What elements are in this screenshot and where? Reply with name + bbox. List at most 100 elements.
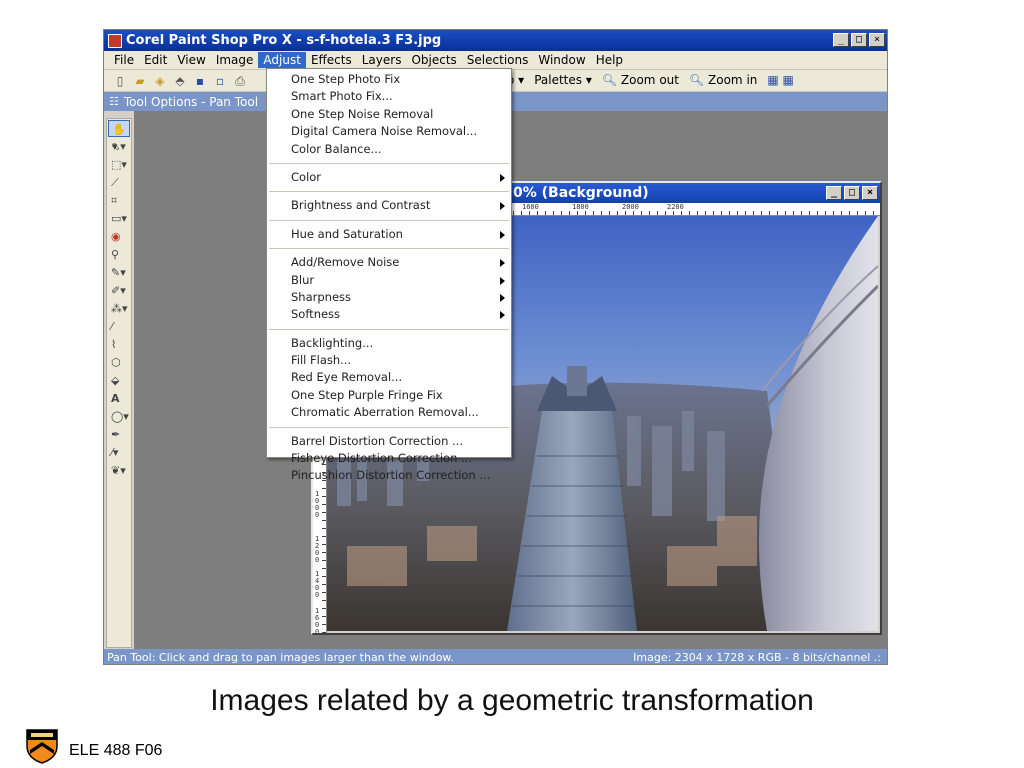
menu-edit[interactable]: Edit <box>139 52 172 68</box>
menu-separator <box>269 215 509 221</box>
pick-tool-icon[interactable]: ⬁▾ <box>108 138 130 155</box>
selection-tool-icon[interactable]: ⬚▾ <box>108 156 130 173</box>
maximize-button[interactable]: □ <box>851 33 867 47</box>
warp-brush-icon[interactable]: ⌇ <box>108 336 130 353</box>
menu-item-fill-flash[interactable]: Fill Flash... <box>267 352 511 369</box>
text-tool-icon[interactable]: A <box>108 390 130 407</box>
zoom-in-icon: 🔍︎ <box>688 73 705 87</box>
straighten-tool-icon[interactable]: ▭▾ <box>108 210 130 227</box>
new-file-icon[interactable]: ▯ <box>112 74 128 88</box>
doc-close-button[interactable]: × <box>862 186 878 200</box>
scan-icon[interactable]: ⬘ <box>172 74 188 88</box>
layout-icon[interactable]: ▦ ▦ <box>767 73 794 87</box>
menu-window[interactable]: Window <box>533 52 590 68</box>
ruler-h-label: 2200 <box>667 203 684 211</box>
menu-item-barrel-distortion[interactable]: Barrel Distortion Correction ... <box>267 433 511 450</box>
pan-tool-icon[interactable]: ✋▾ <box>108 120 130 153</box>
menu-file[interactable]: File <box>109 52 139 68</box>
menu-item-one-step-noise-removal[interactable]: One Step Noise Removal <box>267 106 511 123</box>
tools-palette: ✋▾ ⬁▾ ⬚▾ ⟋ ⌗ ▭▾ ◉ ⚲ ✎▾ ✐▾ ⁂▾ ⁄ ⌇ ⬡ ⬙ A ◯… <box>106 118 132 648</box>
menu-separator <box>269 158 509 164</box>
print-icon[interactable]: ⎙ <box>232 74 248 88</box>
status-image-info: Image: 2304 x 1728 x RGB - 8 bits/channe… <box>633 651 881 664</box>
menu-item-chromatic-aberration-removal[interactable]: Chromatic Aberration Removal... <box>267 404 511 421</box>
tool-options-label: Tool Options - Pan Tool <box>123 94 259 109</box>
slide-caption: Images related by a geometric transforma… <box>210 684 814 717</box>
close-button[interactable]: × <box>869 33 885 47</box>
zoom-out-label: Zoom out <box>620 73 679 87</box>
princeton-shield-icon <box>26 729 58 764</box>
ruler-h-label: 1800 <box>572 203 589 211</box>
menu-selections[interactable]: Selections <box>462 52 534 68</box>
menu-item-digital-camera-noise-removal[interactable]: Digital Camera Noise Removal... <box>267 123 511 140</box>
save-as-icon[interactable]: ▫ <box>212 74 228 88</box>
paint-brush-icon[interactable]: ✐▾ <box>108 282 130 299</box>
dropper-tool-icon[interactable]: ⟋ <box>108 174 130 191</box>
lighten-darken-icon[interactable]: ⁄ <box>108 318 130 335</box>
ruler-v-label: 1 4 0 0 <box>315 570 320 599</box>
menu-objects[interactable]: Objects <box>406 52 461 68</box>
eraser-icon[interactable]: ⬡ <box>108 354 130 371</box>
document-title: 0% (Background) <box>513 185 649 201</box>
menu-item-sharpness[interactable]: Sharpness <box>267 289 511 306</box>
menu-separator <box>269 243 509 250</box>
save-icon[interactable]: ▪ <box>192 74 208 88</box>
zoom-in-button[interactable]: 🔍︎ Zoom in <box>689 73 757 87</box>
toolbar-right-group: o ▾ Palettes ▾ 🔍︎ Zoom out 🔍︎ Zoom in ▦ … <box>507 73 794 87</box>
browse-icon[interactable]: ◈ <box>152 74 168 88</box>
title-bar[interactable]: Corel Paint Shop Pro X - s-f-hotela.3 F3… <box>104 30 887 51</box>
flood-fill-icon[interactable]: ⬙ <box>108 372 130 389</box>
ruler-h-label: 1600 <box>522 203 539 211</box>
palettes-button[interactable]: Palettes ▾ <box>534 73 592 87</box>
paint-shop-pro-icon <box>108 33 122 48</box>
airbrush-icon[interactable]: ⁂▾ <box>108 300 130 317</box>
menu-item-blur[interactable]: Blur <box>267 272 511 289</box>
ruler-v-label: 1 6 0 0 <box>315 607 320 636</box>
zoom-in-label: Zoom in <box>708 73 758 87</box>
window-controls: _ □ × <box>833 33 885 47</box>
menu-layers[interactable]: Layers <box>357 52 407 68</box>
menu-view[interactable]: View <box>172 52 210 68</box>
slide-footer: ELE 488 F06 <box>25 728 162 764</box>
ruler-v-label: 1 2 0 0 <box>315 535 320 564</box>
menu-item-color-balance[interactable]: Color Balance... <box>267 141 511 158</box>
minimize-button[interactable]: _ <box>833 33 849 47</box>
menu-item-add-remove-noise[interactable]: Add/Remove Noise <box>267 254 511 271</box>
menu-separator <box>269 186 509 193</box>
menu-item-fisheye-distortion[interactable]: Fisheye Distortion Correction ... <box>267 450 511 467</box>
pen-tool-icon[interactable]: ✒ <box>108 426 130 443</box>
menu-separator <box>269 324 509 330</box>
menu-image[interactable]: Image <box>211 52 259 68</box>
menu-help[interactable]: Help <box>591 52 628 68</box>
course-label: ELE 488 F06 <box>69 742 163 759</box>
menu-item-backlighting[interactable]: Backlighting... <box>267 335 511 352</box>
ruler-h-label: 2000 <box>622 203 639 211</box>
tool-options-icon: ☷ <box>109 95 119 108</box>
doc-maximize-button[interactable]: □ <box>844 186 860 200</box>
menu-item-brightness-contrast[interactable]: Brightness and Contrast <box>267 197 511 214</box>
zoom-out-button[interactable]: 🔍︎ Zoom out <box>602 73 679 87</box>
makeover-tool-icon[interactable]: ⚲ <box>108 246 130 263</box>
menu-item-purple-fringe-fix[interactable]: One Step Purple Fringe Fix <box>267 387 511 404</box>
menu-item-one-step-photo-fix[interactable]: One Step Photo Fix <box>267 71 511 88</box>
ruler-v-label: 1 0 0 0 <box>315 490 320 519</box>
red-eye-tool-icon[interactable]: ◉ <box>108 228 130 245</box>
menu-item-hue-saturation[interactable]: Hue and Saturation <box>267 226 511 243</box>
menu-adjust[interactable]: Adjust <box>258 52 306 68</box>
object-selector-icon[interactable]: ⁄▾ <box>108 444 130 461</box>
menu-effects[interactable]: Effects <box>306 52 357 68</box>
open-folder-icon[interactable]: ▰ <box>132 74 148 88</box>
menu-item-color[interactable]: Color <box>267 169 511 186</box>
status-hint: Pan Tool: Click and drag to pan images l… <box>107 651 454 664</box>
document-window-controls: _ □ × <box>826 186 878 200</box>
preset-shape-icon[interactable]: ◯▾ <box>108 408 130 425</box>
clone-brush-icon[interactable]: ✎▾ <box>108 264 130 281</box>
crop-tool-icon[interactable]: ⌗ <box>108 192 130 209</box>
menu-item-softness[interactable]: Softness <box>267 306 511 323</box>
doc-minimize-button[interactable]: _ <box>826 186 842 200</box>
picture-tube-icon[interactable]: ❦▾ <box>108 462 130 479</box>
menu-item-smart-photo-fix[interactable]: Smart Photo Fix... <box>267 88 511 105</box>
adjust-menu-dropdown: One Step Photo Fix Smart Photo Fix... On… <box>266 68 512 482</box>
menu-item-red-eye-removal[interactable]: Red Eye Removal... <box>267 369 511 386</box>
menu-item-pincushion-distortion[interactable]: Pincushion Distortion Correction ... <box>267 467 511 484</box>
